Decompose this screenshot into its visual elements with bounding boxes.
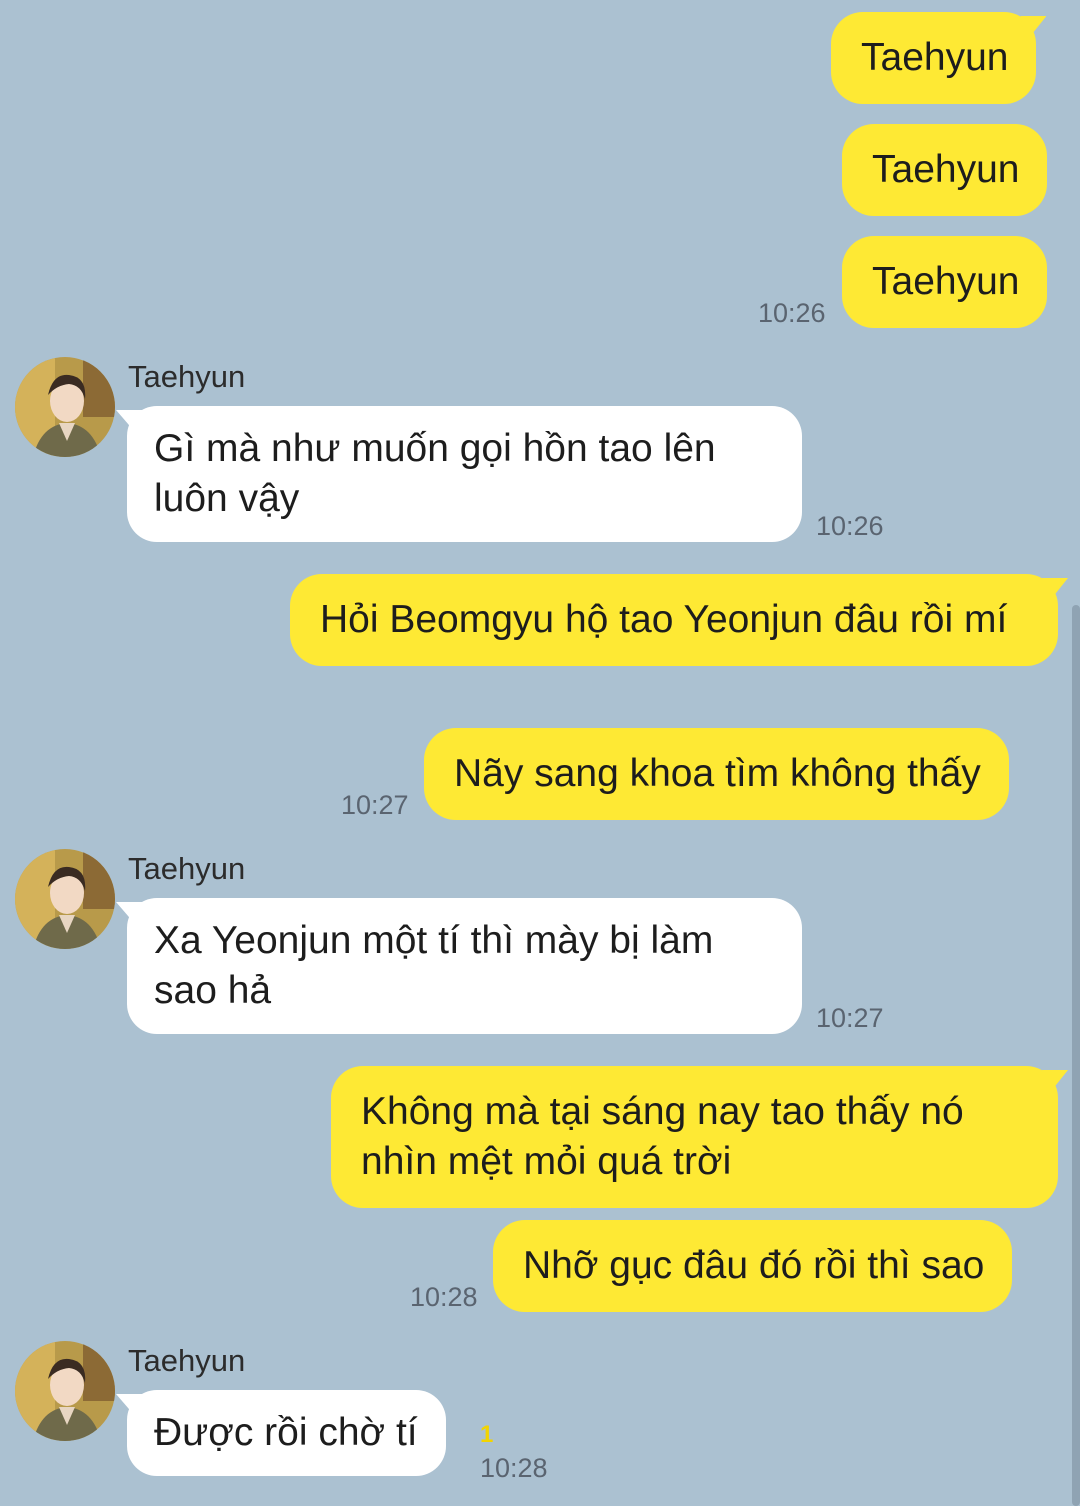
incoming-message[interactable]: Xa Yeonjun một tí thì mày bị làm sao hả bbox=[127, 898, 802, 1034]
profile-photo-icon bbox=[15, 849, 115, 949]
profile-photo-icon bbox=[15, 1341, 115, 1441]
message-time: 10:26 bbox=[816, 511, 884, 541]
outgoing-message[interactable]: Không mà tại sáng nay tao thấy nó nhìn m… bbox=[331, 1066, 1058, 1208]
avatar[interactable] bbox=[15, 357, 115, 457]
message-time: 10:27 bbox=[341, 790, 409, 820]
message-time: 10:27 bbox=[816, 1003, 884, 1033]
incoming-message[interactable]: Được rồi chờ tí bbox=[127, 1390, 446, 1476]
sender-name: Taehyun bbox=[128, 359, 246, 394]
message-time: 10:28 bbox=[480, 1453, 548, 1483]
sender-name: Taehyun bbox=[128, 1343, 246, 1378]
chat-area[interactable]: Taehyun Taehyun Taehyun 10:26 Taehyun Gì… bbox=[0, 0, 1080, 1506]
outgoing-message[interactable]: Taehyun bbox=[831, 12, 1037, 104]
unread-count-badge: 1 bbox=[480, 1421, 494, 1448]
avatar[interactable] bbox=[15, 849, 115, 949]
outgoing-message[interactable]: Nãy sang khoa tìm không thấy bbox=[424, 728, 1009, 820]
outgoing-message[interactable]: Hỏi Beomgyu hộ tao Yeonjun đâu rồi mí bbox=[290, 574, 1058, 666]
incoming-message[interactable]: Gì mà như muốn gọi hồn tao lên luôn vậy bbox=[127, 406, 802, 542]
message-time: 10:28 bbox=[410, 1282, 478, 1312]
profile-photo-icon bbox=[15, 357, 115, 457]
outgoing-message[interactable]: Taehyun bbox=[842, 236, 1048, 328]
avatar[interactable] bbox=[15, 1341, 115, 1441]
outgoing-message[interactable]: Taehyun bbox=[842, 124, 1048, 216]
sender-name: Taehyun bbox=[128, 851, 246, 886]
scrollbar[interactable] bbox=[1072, 605, 1080, 1506]
message-time: 10:26 bbox=[758, 298, 826, 328]
outgoing-message[interactable]: Nhỡ gục đâu đó rồi thì sao bbox=[493, 1220, 1013, 1312]
